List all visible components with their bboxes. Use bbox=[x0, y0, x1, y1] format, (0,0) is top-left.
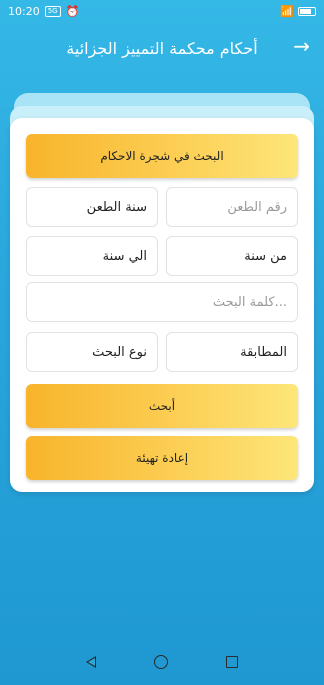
page-title: أحكام محكمة التمييز الجزائية bbox=[66, 38, 258, 58]
tree-search-button[interactable]: البحث في شجرة الاحكام bbox=[26, 134, 298, 178]
to-year-field[interactable]: الي سنة bbox=[26, 236, 158, 276]
app-bar: أحكام محكمة التمييز الجزائية → bbox=[0, 30, 324, 66]
alarm-icon: ⏰ bbox=[65, 4, 80, 18]
status-time: 10:20 bbox=[8, 4, 40, 18]
reset-button[interactable]: إعادة تهيئة bbox=[26, 436, 298, 480]
search-type-select[interactable]: نوع البحث bbox=[26, 332, 158, 372]
search-card: البحث في شجرة الاحكام رقم الطعن سنة الطع… bbox=[10, 118, 314, 492]
nav-recent-apps-icon[interactable] bbox=[226, 656, 238, 668]
system-nav-bar bbox=[0, 639, 324, 685]
nav-back-icon[interactable] bbox=[86, 656, 96, 668]
status-right: 📶 bbox=[280, 5, 316, 18]
appeal-year-field[interactable]: سنة الطعن bbox=[26, 187, 158, 227]
nav-home-icon[interactable] bbox=[154, 655, 168, 669]
battery-icon bbox=[298, 6, 316, 16]
search-button[interactable]: أبحث bbox=[26, 384, 298, 428]
wifi-icon: 📶 bbox=[280, 4, 294, 18]
match-type-select[interactable]: المطابقة bbox=[166, 332, 298, 372]
arrow-right-icon[interactable]: → bbox=[293, 34, 310, 58]
network-badge: 5G bbox=[44, 5, 61, 17]
from-year-field[interactable]: من سنة bbox=[166, 236, 298, 276]
appeal-number-field[interactable]: رقم الطعن bbox=[166, 187, 298, 227]
status-left: 10:20 5G ⏰ bbox=[8, 5, 79, 18]
status-bar: 10:20 5G ⏰ 📶 bbox=[0, 0, 324, 22]
search-word-input[interactable]: كلمة البحث... bbox=[26, 282, 298, 322]
